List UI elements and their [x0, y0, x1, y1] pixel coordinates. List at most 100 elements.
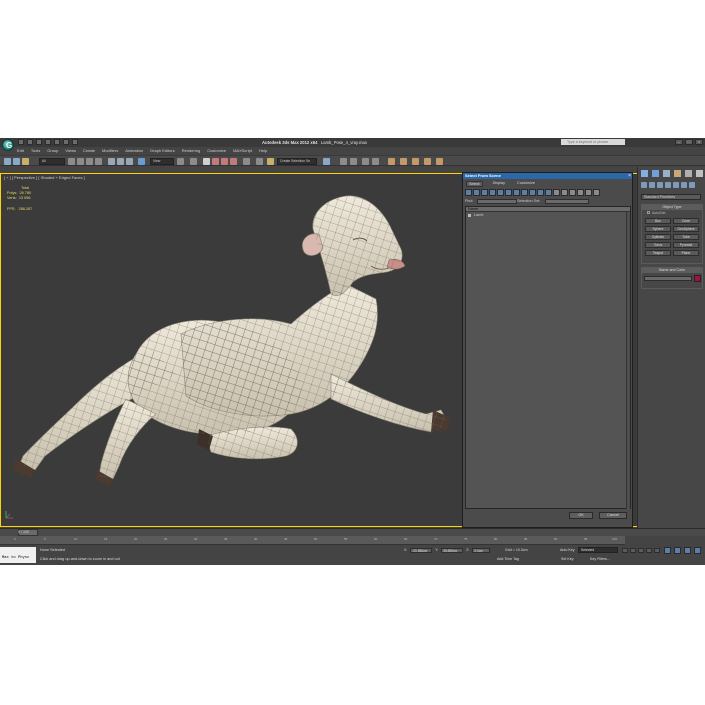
- menu-customize[interactable]: Customize: [207, 148, 226, 154]
- named-selection-dropdown[interactable]: Create Selection Se: [277, 158, 317, 165]
- z-coordinate-field[interactable]: 0.0cm: [472, 548, 491, 553]
- lights-category-icon[interactable]: [657, 182, 663, 188]
- object-type-title[interactable]: Object Type: [642, 205, 702, 210]
- tube-button[interactable]: Tube: [673, 234, 699, 240]
- move-icon[interactable]: [108, 158, 115, 165]
- render-setup-icon[interactable]: [400, 158, 407, 165]
- torus-button[interactable]: Torus: [645, 242, 671, 248]
- sort-icon[interactable]: [593, 189, 600, 196]
- rendered-frame-window-icon[interactable]: [412, 158, 419, 165]
- open-file-icon[interactable]: [27, 139, 33, 145]
- utilities-tab-icon[interactable]: [696, 170, 703, 177]
- select-all-icon[interactable]: [553, 189, 560, 196]
- maxscript-listener[interactable]: Max to Physc: [0, 547, 36, 563]
- edit-named-selection-icon[interactable]: [243, 158, 250, 165]
- trackbar[interactable]: 0 5 10 15 20 25 30 35 40 45 50 55 60 65 …: [0, 536, 625, 545]
- render-production-icon[interactable]: [424, 158, 431, 165]
- save-file-icon[interactable]: [36, 139, 42, 145]
- ok-button[interactable]: OK: [569, 512, 593, 519]
- maximize-button[interactable]: □: [685, 139, 693, 145]
- named-selection-sets-icon[interactable]: [256, 158, 263, 165]
- select-object-icon[interactable]: [68, 158, 75, 165]
- display-lights-icon[interactable]: [481, 189, 488, 196]
- name-and-color-title[interactable]: Name and Color: [642, 268, 702, 273]
- keyboard-shortcut-icon[interactable]: [190, 158, 197, 165]
- display-shapes-icon[interactable]: [473, 189, 480, 196]
- rectangular-selection-icon[interactable]: [86, 158, 93, 165]
- object-name-input[interactable]: [644, 276, 692, 281]
- pyramid-button[interactable]: Pyramid: [673, 242, 699, 248]
- display-helpers-icon[interactable]: [497, 189, 504, 196]
- systems-category-icon[interactable]: [689, 182, 695, 188]
- zoom-extents-all-icon[interactable]: [694, 547, 701, 554]
- percent-snap-icon[interactable]: [221, 158, 228, 165]
- mirror-icon[interactable]: [267, 158, 274, 165]
- menu-create[interactable]: Create: [83, 148, 95, 154]
- render-iterative-icon[interactable]: [436, 158, 443, 165]
- fetch-icon[interactable]: [72, 139, 78, 145]
- x-coordinate-field[interactable]: -20.586cm: [410, 548, 433, 553]
- key-filters-button[interactable]: Key Filters...: [590, 557, 610, 561]
- display-tab-icon[interactable]: [685, 170, 692, 177]
- menu-group[interactable]: Group: [47, 148, 58, 154]
- display-frozen-icon[interactable]: [545, 189, 552, 196]
- select-invert-icon[interactable]: [569, 189, 576, 196]
- schematic-view-icon[interactable]: [372, 158, 379, 165]
- modify-tab-icon[interactable]: [652, 170, 659, 177]
- menu-animation[interactable]: Animation: [125, 148, 143, 154]
- cone-button[interactable]: Cone: [673, 218, 699, 224]
- undo-icon[interactable]: [45, 139, 51, 145]
- spacewarps-category-icon[interactable]: [681, 182, 687, 188]
- time-slider[interactable]: 0 / 100: [0, 528, 705, 536]
- material-editor-icon[interactable]: [388, 158, 395, 165]
- tab-display[interactable]: Display: [491, 181, 507, 187]
- play-icon[interactable]: [638, 548, 644, 553]
- zoom-icon[interactable]: [664, 547, 671, 554]
- new-file-icon[interactable]: [18, 139, 24, 145]
- menu-rendering[interactable]: Rendering: [182, 148, 200, 154]
- reference-coordinate-dropdown[interactable]: View: [150, 158, 174, 165]
- menu-edit[interactable]: Edit: [17, 148, 24, 154]
- select-manipulate-icon[interactable]: [138, 158, 145, 165]
- tab-select[interactable]: Select: [466, 181, 483, 187]
- rotate-icon[interactable]: [117, 158, 124, 165]
- align-icon[interactable]: [323, 158, 330, 165]
- display-spacewarps-icon[interactable]: [505, 189, 512, 196]
- display-xrefs-icon[interactable]: [521, 189, 528, 196]
- add-time-tag-button[interactable]: Add Time Tag: [497, 557, 519, 561]
- angle-snap-icon[interactable]: [212, 158, 219, 165]
- list-item[interactable]: Lamb: [468, 213, 628, 218]
- primitive-category-dropdown[interactable]: Standard Primitives: [641, 194, 701, 200]
- menu-modifiers[interactable]: Modifiers: [102, 148, 118, 154]
- autogrid-checkbox[interactable]: [647, 211, 650, 214]
- geometry-category-icon[interactable]: [641, 182, 647, 188]
- go-to-end-icon[interactable]: [654, 548, 660, 553]
- set-key-button[interactable]: Set Key: [561, 557, 574, 561]
- plane-button[interactable]: Plane: [673, 250, 699, 256]
- display-groups-icon[interactable]: [513, 189, 520, 196]
- tab-customize[interactable]: Customize: [515, 181, 537, 187]
- menu-graph-editors[interactable]: Graph Editors: [150, 148, 175, 154]
- menu-tools[interactable]: Tools: [31, 148, 40, 154]
- box-button[interactable]: Box: [645, 218, 671, 224]
- display-cameras-icon[interactable]: [489, 189, 496, 196]
- dialog-title[interactable]: Select From Scene: [463, 173, 632, 179]
- hierarchy-tab-icon[interactable]: [663, 170, 670, 177]
- menu-maxscript[interactable]: MAXScript: [233, 148, 252, 154]
- spinner-snap-icon[interactable]: [230, 158, 237, 165]
- menu-help[interactable]: Help: [259, 148, 267, 154]
- motion-tab-icon[interactable]: [674, 170, 681, 177]
- list-scrollbar[interactable]: [626, 212, 630, 509]
- window-crossing-icon[interactable]: [95, 158, 102, 165]
- zoom-extents-icon[interactable]: [684, 547, 691, 554]
- link-icon[interactable]: [4, 158, 11, 165]
- unlink-icon[interactable]: [13, 158, 20, 165]
- search-input[interactable]: [561, 139, 625, 145]
- key-filter-selected-dropdown[interactable]: Selected: [578, 547, 618, 553]
- previous-frame-icon[interactable]: [630, 548, 636, 553]
- filter-icon[interactable]: [585, 189, 592, 196]
- select-none-icon[interactable]: [561, 189, 568, 196]
- geosphere-button[interactable]: GeoSphere: [673, 226, 699, 232]
- find-input[interactable]: [477, 199, 517, 204]
- shapes-category-icon[interactable]: [649, 182, 655, 188]
